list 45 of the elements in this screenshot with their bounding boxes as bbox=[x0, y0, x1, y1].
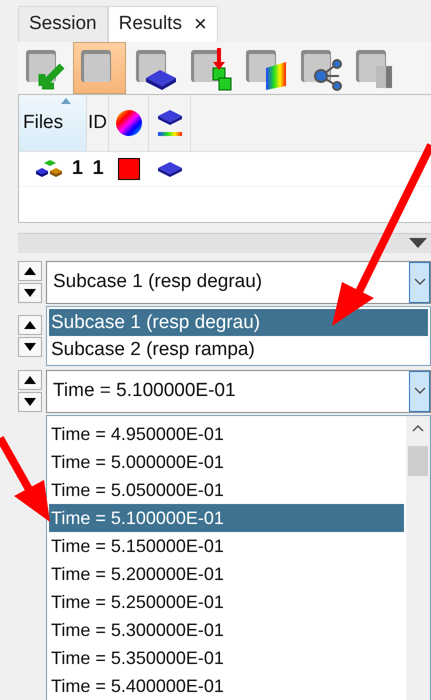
spin-down-button[interactable] bbox=[18, 336, 42, 357]
down-triangle-icon bbox=[409, 238, 427, 248]
down-triangle-icon bbox=[24, 342, 36, 351]
chevron-down-icon bbox=[414, 278, 426, 286]
color-swatch[interactable] bbox=[118, 158, 140, 180]
subcase-dropdown[interactable]: Subcase 1 (resp degrau) bbox=[46, 260, 431, 304]
time-option[interactable]: Time = 5.100000E-01 bbox=[49, 504, 404, 532]
scroll-up-icon bbox=[412, 424, 424, 432]
time-option[interactable]: Time = 5.250000E-01 bbox=[49, 588, 404, 616]
chevron-down-icon bbox=[414, 387, 426, 396]
file-id: 1 bbox=[92, 157, 104, 180]
time-option[interactable]: Time = 5.400000E-01 bbox=[49, 672, 404, 700]
down-triangle-icon bbox=[24, 289, 36, 298]
spin-down-button[interactable] bbox=[18, 283, 42, 304]
scrollbar[interactable] bbox=[406, 416, 430, 700]
spin-up-button[interactable] bbox=[18, 314, 42, 335]
spin-up-button[interactable] bbox=[18, 261, 42, 282]
sort-arrow-icon bbox=[61, 98, 71, 104]
subcase-option[interactable]: Subcase 1 (resp degrau) bbox=[49, 308, 428, 336]
column-header[interactable]: Files bbox=[19, 94, 87, 151]
close-icon[interactable]: × bbox=[194, 11, 207, 38]
spin-down-button[interactable] bbox=[18, 392, 42, 412]
down-triangle-icon bbox=[24, 398, 36, 406]
subcase-option[interactable]: Subcase 2 (resp rampa) bbox=[49, 336, 428, 363]
column-header[interactable]: ID bbox=[87, 94, 109, 151]
time-option[interactable]: Time = 4.950000E-01 bbox=[49, 420, 404, 448]
time-option[interactable]: Time = 5.000000E-01 bbox=[49, 448, 404, 476]
color-wheel-icon bbox=[114, 108, 142, 137]
scroll-thumb[interactable] bbox=[408, 446, 428, 476]
spin-up-button[interactable] bbox=[18, 370, 42, 390]
up-triangle-icon bbox=[24, 267, 36, 276]
time-option[interactable]: Time = 5.200000E-01 bbox=[49, 560, 404, 588]
time-option[interactable]: Time = 5.050000E-01 bbox=[49, 476, 404, 504]
file-number: 1 bbox=[72, 157, 83, 180]
up-triangle-icon bbox=[24, 320, 36, 329]
up-triangle-icon bbox=[24, 376, 36, 384]
time-option[interactable]: Time = 5.150000E-01 bbox=[49, 532, 404, 560]
layer-icon bbox=[156, 160, 184, 178]
tab[interactable]: Results × bbox=[108, 6, 218, 42]
time-option[interactable]: Time = 5.350000E-01 bbox=[49, 644, 404, 672]
tab[interactable]: Session bbox=[18, 6, 108, 42]
layer-legend-icon bbox=[156, 108, 184, 138]
splitter-bar[interactable] bbox=[18, 233, 431, 253]
time-dropdown[interactable]: Time = 5.100000E-01 bbox=[46, 370, 431, 414]
time-option[interactable]: Time = 5.300000E-01 bbox=[49, 616, 404, 644]
